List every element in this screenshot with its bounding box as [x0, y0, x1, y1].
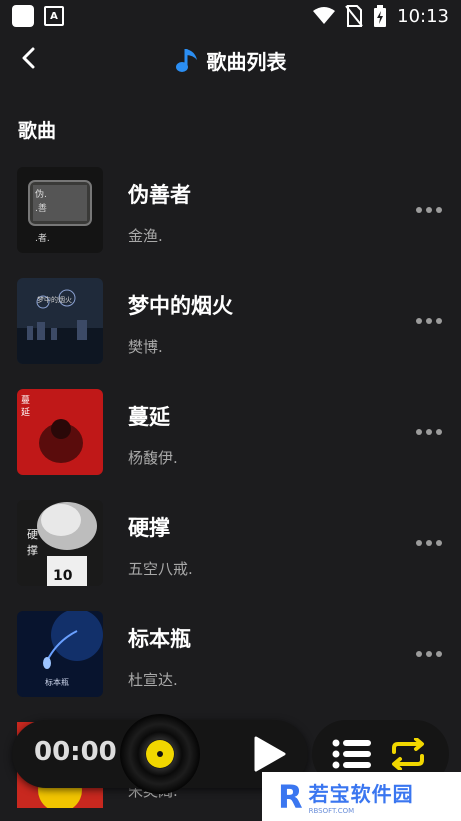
svg-text:梦中的烟火: 梦中的烟火: [37, 295, 72, 304]
watermark: R 若宝软件园 RBSOFT.COM: [262, 772, 461, 821]
album-cover: 标本瓶: [17, 611, 103, 697]
watermark-logo: R: [278, 777, 303, 816]
svg-text:.善: .善: [35, 202, 47, 214]
playback-time: 00:00: [34, 737, 117, 767]
list-item[interactable]: 标本瓶 标本瓶 杜宣达.: [0, 611, 461, 722]
vinyl-disc-icon[interactable]: [120, 714, 200, 794]
accessibility-a-icon: A: [44, 6, 64, 26]
repeat-button[interactable]: [388, 737, 428, 774]
header: 歌曲列表: [0, 38, 461, 82]
svg-text:伪.: 伪.: [35, 188, 47, 200]
song-artist: 杜宣达.: [128, 671, 178, 689]
song-title: 梦中的烟火: [128, 294, 233, 318]
album-cover: 梦中的烟火: [17, 278, 103, 364]
svg-text:.者.: .者.: [35, 233, 50, 244]
page-title: 歌曲列表: [206, 49, 287, 74]
app-square-icon: [12, 5, 34, 27]
song-title: 蔓延: [128, 405, 170, 429]
svg-text:10: 10: [53, 568, 73, 584]
play-icon: [254, 736, 286, 772]
playlist-icon: [332, 739, 371, 769]
music-note-icon: [175, 49, 197, 72]
status-time: 10:13: [397, 5, 449, 27]
album-cover: 蔓 延: [17, 389, 103, 475]
no-sim-icon: [345, 5, 363, 27]
playlist-button[interactable]: [332, 739, 372, 773]
wifi-icon: [313, 7, 336, 24]
svg-text:蔓: 蔓: [21, 394, 30, 406]
song-title: 标本瓶: [128, 627, 191, 651]
song-list: 伪. .善 .者. 伪善者 金渔. 梦中的烟火 梦中的烟火 樊博. 蔓 延 蔓延…: [0, 167, 461, 722]
more-icon[interactable]: [416, 540, 442, 546]
list-item[interactable]: 蔓 延 蔓延 杨馥伊.: [0, 389, 461, 500]
album-cover: 伪. .善 .者.: [17, 167, 103, 253]
song-artist: 五空八戒.: [128, 560, 193, 578]
svg-text:硬: 硬: [27, 528, 38, 541]
back-arrow-icon: [22, 47, 35, 69]
list-item[interactable]: 10 硬 撑 硬撑 五空八戒.: [0, 500, 461, 611]
more-icon[interactable]: [416, 207, 442, 213]
svg-text:标本瓶: 标本瓶: [45, 677, 69, 687]
battery-icon: [374, 5, 387, 27]
svg-text:撑: 撑: [27, 543, 38, 557]
song-artist: 樊博.: [128, 338, 163, 356]
list-item[interactable]: 梦中的烟火 梦中的烟火 樊博.: [0, 278, 461, 389]
play-button[interactable]: [252, 736, 286, 776]
back-button[interactable]: [14, 44, 42, 72]
song-title: 伪善者: [128, 183, 191, 207]
more-icon[interactable]: [416, 651, 442, 657]
more-icon[interactable]: [416, 429, 442, 435]
repeat-icon: [392, 737, 424, 771]
song-title: 硬撑: [128, 516, 170, 540]
status-bar: A 10:13: [0, 0, 461, 32]
section-label: 歌曲: [18, 120, 57, 142]
more-icon[interactable]: [416, 318, 442, 324]
watermark-sub: RBSOFT.COM: [308, 807, 355, 815]
list-item[interactable]: 伪. .善 .者. 伪善者 金渔.: [0, 167, 461, 278]
svg-text:延: 延: [21, 406, 30, 418]
song-artist: 金渔.: [128, 227, 163, 245]
album-cover: 10 硬 撑: [17, 500, 103, 586]
song-artist: 杨馥伊.: [128, 449, 178, 467]
watermark-text: 若宝软件园: [308, 782, 414, 806]
